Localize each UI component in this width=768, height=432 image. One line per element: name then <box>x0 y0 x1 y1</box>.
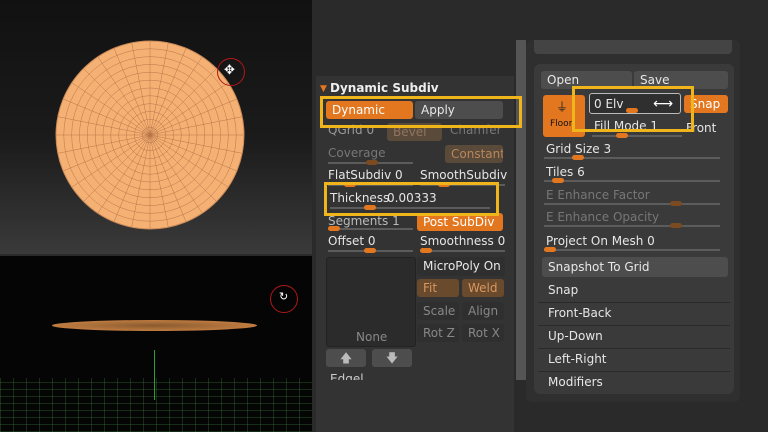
highlight-thickness <box>324 182 499 216</box>
weld-button[interactable]: Weld <box>462 279 504 297</box>
e-enhance-opacity-slider[interactable]: E Enhance Opacity <box>546 210 659 225</box>
micropoly-none-label: None <box>356 330 388 344</box>
scale-slider[interactable]: Scale <box>417 302 459 320</box>
smoothness-knob[interactable] <box>420 248 432 253</box>
arrow-up-icon: 🡅 <box>339 351 353 365</box>
coverage-knob[interactable] <box>366 160 378 165</box>
collapse-arrow-icon[interactable]: ▼ <box>320 82 327 97</box>
top-viewport[interactable]: ✥ <box>0 0 312 254</box>
project-on-mesh-knob[interactable] <box>544 247 556 252</box>
segments-track <box>328 228 413 230</box>
align-button[interactable]: Align <box>462 302 504 320</box>
e-enhance-factor-track <box>544 203 720 205</box>
menu-separator <box>538 302 730 303</box>
move-cursor-icon: ✥ <box>224 63 235 78</box>
project-on-mesh-slider[interactable]: Project On Mesh 0 <box>546 234 655 249</box>
offset-slider[interactable]: Offset 0 <box>328 234 376 249</box>
snapshot-to-grid-button[interactable]: Snapshot To Grid <box>542 257 728 277</box>
panel-divider <box>516 40 526 380</box>
rotate-cursor-icon: ↻ <box>279 290 289 303</box>
smoothness-slider[interactable]: Smoothness 0 <box>420 234 505 249</box>
e-enhance-opacity-knob[interactable] <box>670 223 682 228</box>
tiles-knob[interactable] <box>552 178 564 183</box>
smoothness-track <box>420 250 505 252</box>
smoothsubdiv-slider[interactable]: SmoothSubdiv <box>420 168 507 183</box>
floor-grid <box>0 378 312 432</box>
coverage-slider[interactable]: Coverage <box>328 146 386 161</box>
project-on-mesh-track <box>544 249 720 251</box>
tiles-track <box>544 180 720 182</box>
offset-knob[interactable] <box>364 248 376 253</box>
micropoly-toggle[interactable]: MicroPoly On <box>417 257 505 276</box>
fill-mode-knob[interactable] <box>616 133 628 138</box>
constant-button[interactable]: Constant <box>445 145 503 163</box>
dynamic-subdiv-panel: ▼ Dynamic Subdiv Dynamic Apply QGrid 0 B… <box>316 76 514 432</box>
segments-knob[interactable] <box>328 226 340 231</box>
section-header[interactable]: Dynamic Subdiv <box>330 81 439 96</box>
e-enhance-opacity-track <box>544 225 720 227</box>
menu-separator <box>538 325 730 326</box>
grid-size-track <box>544 157 720 159</box>
menu-item-modifiers[interactable]: Modifiers <box>548 375 603 390</box>
e-enhance-factor-knob[interactable] <box>670 201 682 206</box>
arrow-up-button[interactable]: 🡅 <box>326 349 366 367</box>
rotz-button[interactable]: Rot Z <box>417 324 459 342</box>
fill-mode-track <box>592 135 682 137</box>
e-enhance-factor-slider[interactable]: E Enhance Factor <box>546 188 650 203</box>
highlight-dynamic-apply <box>320 96 522 128</box>
rotx-button[interactable]: Rot X <box>462 324 504 342</box>
arrow-down-button[interactable]: 🡇 <box>372 349 412 367</box>
y-axis-line <box>154 350 155 400</box>
grid-size-knob[interactable] <box>572 155 584 160</box>
menu-item-snap[interactable]: Snap <box>548 283 578 298</box>
disc-top-view <box>55 40 245 230</box>
menu-item-up-down[interactable]: Up-Down <box>548 329 603 344</box>
menu-item-left-right[interactable]: Left-Right <box>548 352 607 367</box>
floor-icon: ⏚ <box>556 100 569 114</box>
menu-item-front-back[interactable]: Front-Back <box>548 306 611 321</box>
menu-separator <box>538 371 730 372</box>
bottom-viewport[interactable]: ↻ <box>0 256 312 432</box>
floor-label: Floor <box>550 119 573 129</box>
highlight-elevation <box>572 86 694 132</box>
arrow-down-icon: 🡇 <box>385 351 399 365</box>
fit-button[interactable]: Fit <box>417 279 459 297</box>
top-strip <box>534 40 732 54</box>
flatsubdiv-slider[interactable]: FlatSubdiv 0 <box>328 168 403 183</box>
next-section-header[interactable]: Edgel... <box>330 372 375 380</box>
menu-separator <box>538 348 730 349</box>
disc-side-view <box>52 320 257 331</box>
